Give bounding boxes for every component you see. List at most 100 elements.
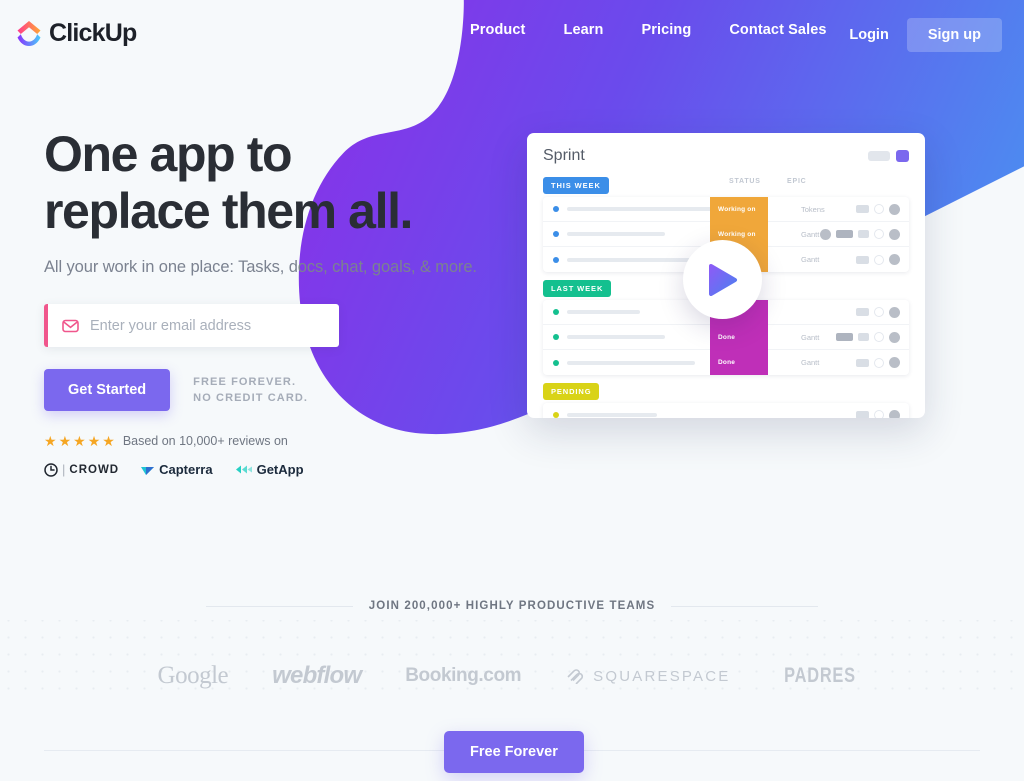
meta-chip — [856, 358, 869, 367]
nav-item-product[interactable]: Product — [470, 22, 525, 38]
mockup-toggle-pill — [868, 151, 890, 161]
free-forever-button[interactable]: Free Forever — [444, 731, 584, 773]
avatar — [889, 409, 900, 418]
task-name-placeholder — [567, 360, 695, 365]
g2-separator: | — [62, 462, 66, 477]
avatar — [889, 357, 900, 368]
meta-chip — [836, 230, 853, 238]
row-meta — [856, 409, 900, 418]
g2-label: CROWD — [69, 463, 120, 476]
epic-label: Tokens — [801, 204, 825, 214]
row-meta — [856, 306, 900, 318]
progress-ring-icon — [874, 410, 884, 418]
getapp-icon — [235, 465, 252, 474]
hero-cta-row: Get Started FREE FOREVER. NO CREDIT CARD… — [44, 369, 514, 411]
hero-title-line-2: replace them all. — [44, 183, 413, 239]
meta-chip — [856, 205, 869, 213]
brand-name: ClickUp — [49, 18, 137, 47]
progress-ring-icon — [874, 229, 884, 239]
partner-logo-booking: Booking.com — [405, 665, 522, 686]
row-meta — [856, 254, 900, 265]
row-meta — [820, 228, 900, 240]
avatar — [889, 254, 900, 265]
progress-ring-icon — [874, 254, 884, 265]
epic-label: Gantt — [801, 358, 820, 367]
mockup-header-controls — [868, 150, 909, 162]
star-icon: ★ — [58, 433, 72, 449]
getapp-label: GetApp — [256, 462, 304, 477]
login-link[interactable]: Login — [849, 27, 888, 43]
review-source-g2crowd[interactable]: | CROWD — [44, 462, 119, 477]
header-actions: Login Sign up — [849, 18, 1002, 52]
epic-label: Gantt — [801, 255, 820, 264]
progress-ring-icon — [874, 332, 884, 342]
get-started-button[interactable]: Get Started — [44, 369, 171, 411]
task-name-placeholder — [567, 257, 695, 262]
task-name-placeholder — [567, 413, 657, 417]
avatar — [889, 331, 900, 343]
play-video-button[interactable] — [683, 240, 762, 319]
partners-section: JOIN 200,000+ HIGHLY PRODUCTIVE TEAMS Go… — [0, 600, 1024, 690]
brand-logo-link[interactable]: ClickUp — [16, 18, 137, 48]
review-source-capterra[interactable]: Capterra — [141, 462, 213, 477]
meta-chip — [858, 230, 869, 238]
squarespace-icon — [567, 669, 584, 684]
table-row[interactable]: Done Gantt — [543, 324, 909, 350]
star-rating: ★ ★ ★ ★ ★ — [44, 434, 115, 448]
reviews-section: ★ ★ ★ ★ ★ Based on 10,000+ reviews on | … — [44, 434, 304, 477]
status-dot-icon — [553, 256, 559, 263]
status-tag: Working on — [710, 197, 768, 222]
star-icon: ★ — [87, 433, 101, 449]
hero-title-line-1: One app to — [44, 126, 293, 182]
epic-label: Gantt — [801, 229, 820, 239]
review-source-logos: | CROWD Capterra GetApp — [44, 462, 304, 477]
review-source-getapp[interactable]: GetApp — [235, 462, 304, 477]
table-row[interactable]: Working on Tokens — [543, 197, 909, 222]
group-badge: THIS WEEK — [543, 177, 609, 194]
row-meta — [856, 203, 900, 215]
partner-logo-webflow: webflow — [272, 662, 362, 689]
g2-icon — [44, 462, 58, 477]
partners-heading-row: JOIN 200,000+ HIGHLY PRODUCTIVE TEAMS — [0, 600, 1024, 612]
meta-chip — [856, 411, 869, 418]
group-badge: PENDING — [543, 383, 600, 400]
table-row[interactable]: Done Gantt — [543, 350, 909, 375]
status-tag: Done — [710, 350, 768, 375]
email-signup-form — [44, 304, 339, 347]
table-row[interactable] — [543, 403, 909, 418]
mockup-group-pending: PENDING — [543, 381, 909, 418]
avatar — [889, 228, 900, 240]
nav-item-pricing[interactable]: Pricing — [641, 22, 691, 38]
partners-heading: JOIN 200,000+ HIGHLY PRODUCTIVE TEAMS — [368, 600, 656, 612]
column-header-status: STATUS — [729, 178, 761, 185]
row-meta — [856, 357, 900, 368]
meta-chip — [856, 308, 869, 316]
avatar — [889, 203, 900, 215]
nav-item-contact-sales[interactable]: Contact Sales — [729, 22, 826, 38]
page-title: One app to replace them all. — [44, 126, 514, 240]
meta-chip — [858, 333, 869, 341]
star-icon: ★ — [73, 433, 86, 449]
status-dot-icon — [553, 334, 559, 340]
avatar — [889, 306, 900, 318]
signup-button[interactable]: Sign up — [906, 18, 1002, 52]
task-name-placeholder — [567, 310, 640, 314]
meta-chip — [836, 333, 853, 341]
partner-logo-padres: PADRES — [784, 664, 857, 687]
status-tag: Done — [710, 324, 768, 350]
status-dot-icon — [553, 412, 559, 418]
star-icon: ★ — [44, 433, 57, 449]
status-dot-icon — [553, 359, 559, 366]
email-input[interactable] — [79, 317, 339, 334]
task-name-placeholder — [567, 207, 715, 211]
mockup-row-list — [543, 403, 909, 418]
cta-note-line-2: NO CREDIT CARD. — [193, 392, 309, 404]
form-accent-bar — [44, 304, 48, 347]
progress-ring-icon — [874, 307, 884, 317]
nav-item-learn[interactable]: Learn — [563, 22, 603, 38]
row-meta — [836, 331, 900, 343]
group-badge: LAST WEEK — [543, 280, 612, 297]
meta-chip — [856, 255, 869, 264]
reviews-count-text: Based on 10,000+ reviews on — [122, 434, 288, 448]
task-name-placeholder — [567, 335, 665, 339]
